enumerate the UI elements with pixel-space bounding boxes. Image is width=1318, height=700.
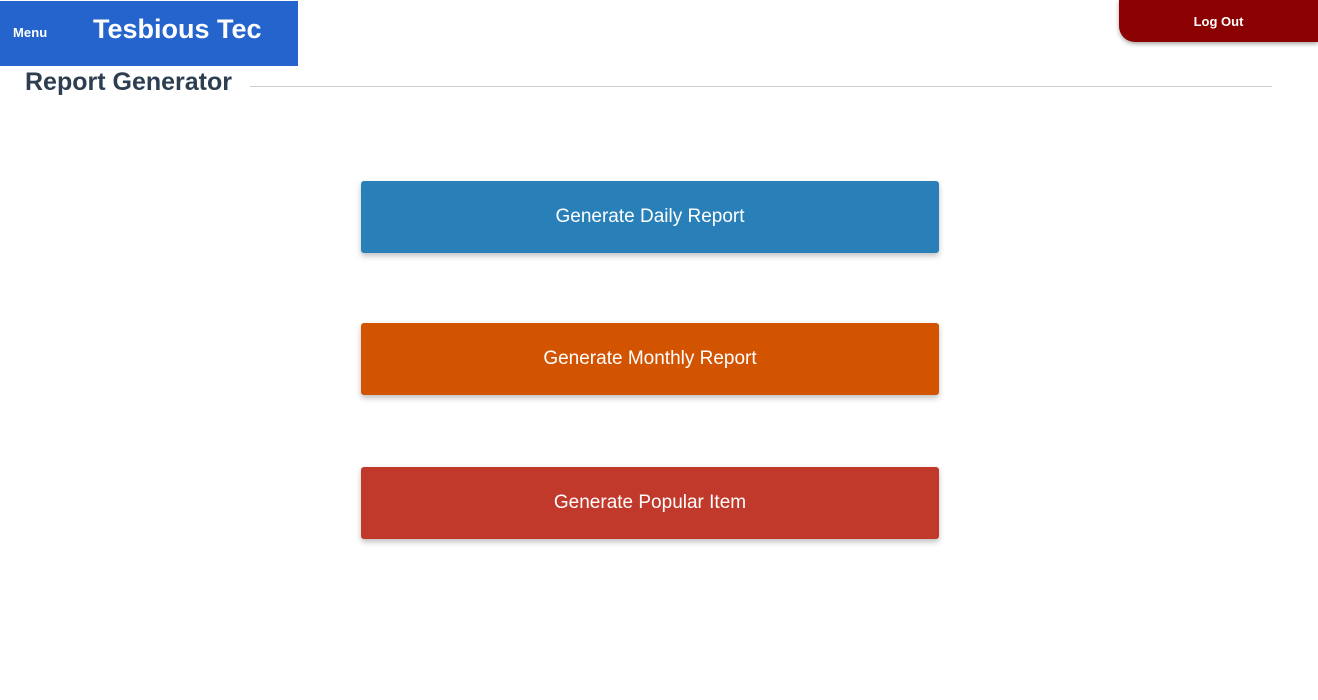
logout-label: Log Out [1193,13,1244,29]
brand-bar: Menu Tesbious Tec [0,1,298,66]
page-title: Report Generator [25,68,232,96]
generate-monthly-report-button[interactable]: Generate Monthly Report [361,323,939,395]
generate-popular-item-button[interactable]: Generate Popular Item [361,467,939,539]
title-divider [250,86,1272,87]
brand-title: Tesbious Tec [93,14,262,44]
generate-daily-report-label: Generate Daily Report [555,206,745,227]
generate-popular-item-label: Generate Popular Item [553,492,747,513]
generate-daily-report-button[interactable]: Generate Daily Report [361,181,939,253]
generate-monthly-report-label: Generate Monthly Report [543,348,757,369]
logout-button[interactable]: Log Out [1119,0,1318,42]
menu-button[interactable]: Menu [13,25,47,40]
